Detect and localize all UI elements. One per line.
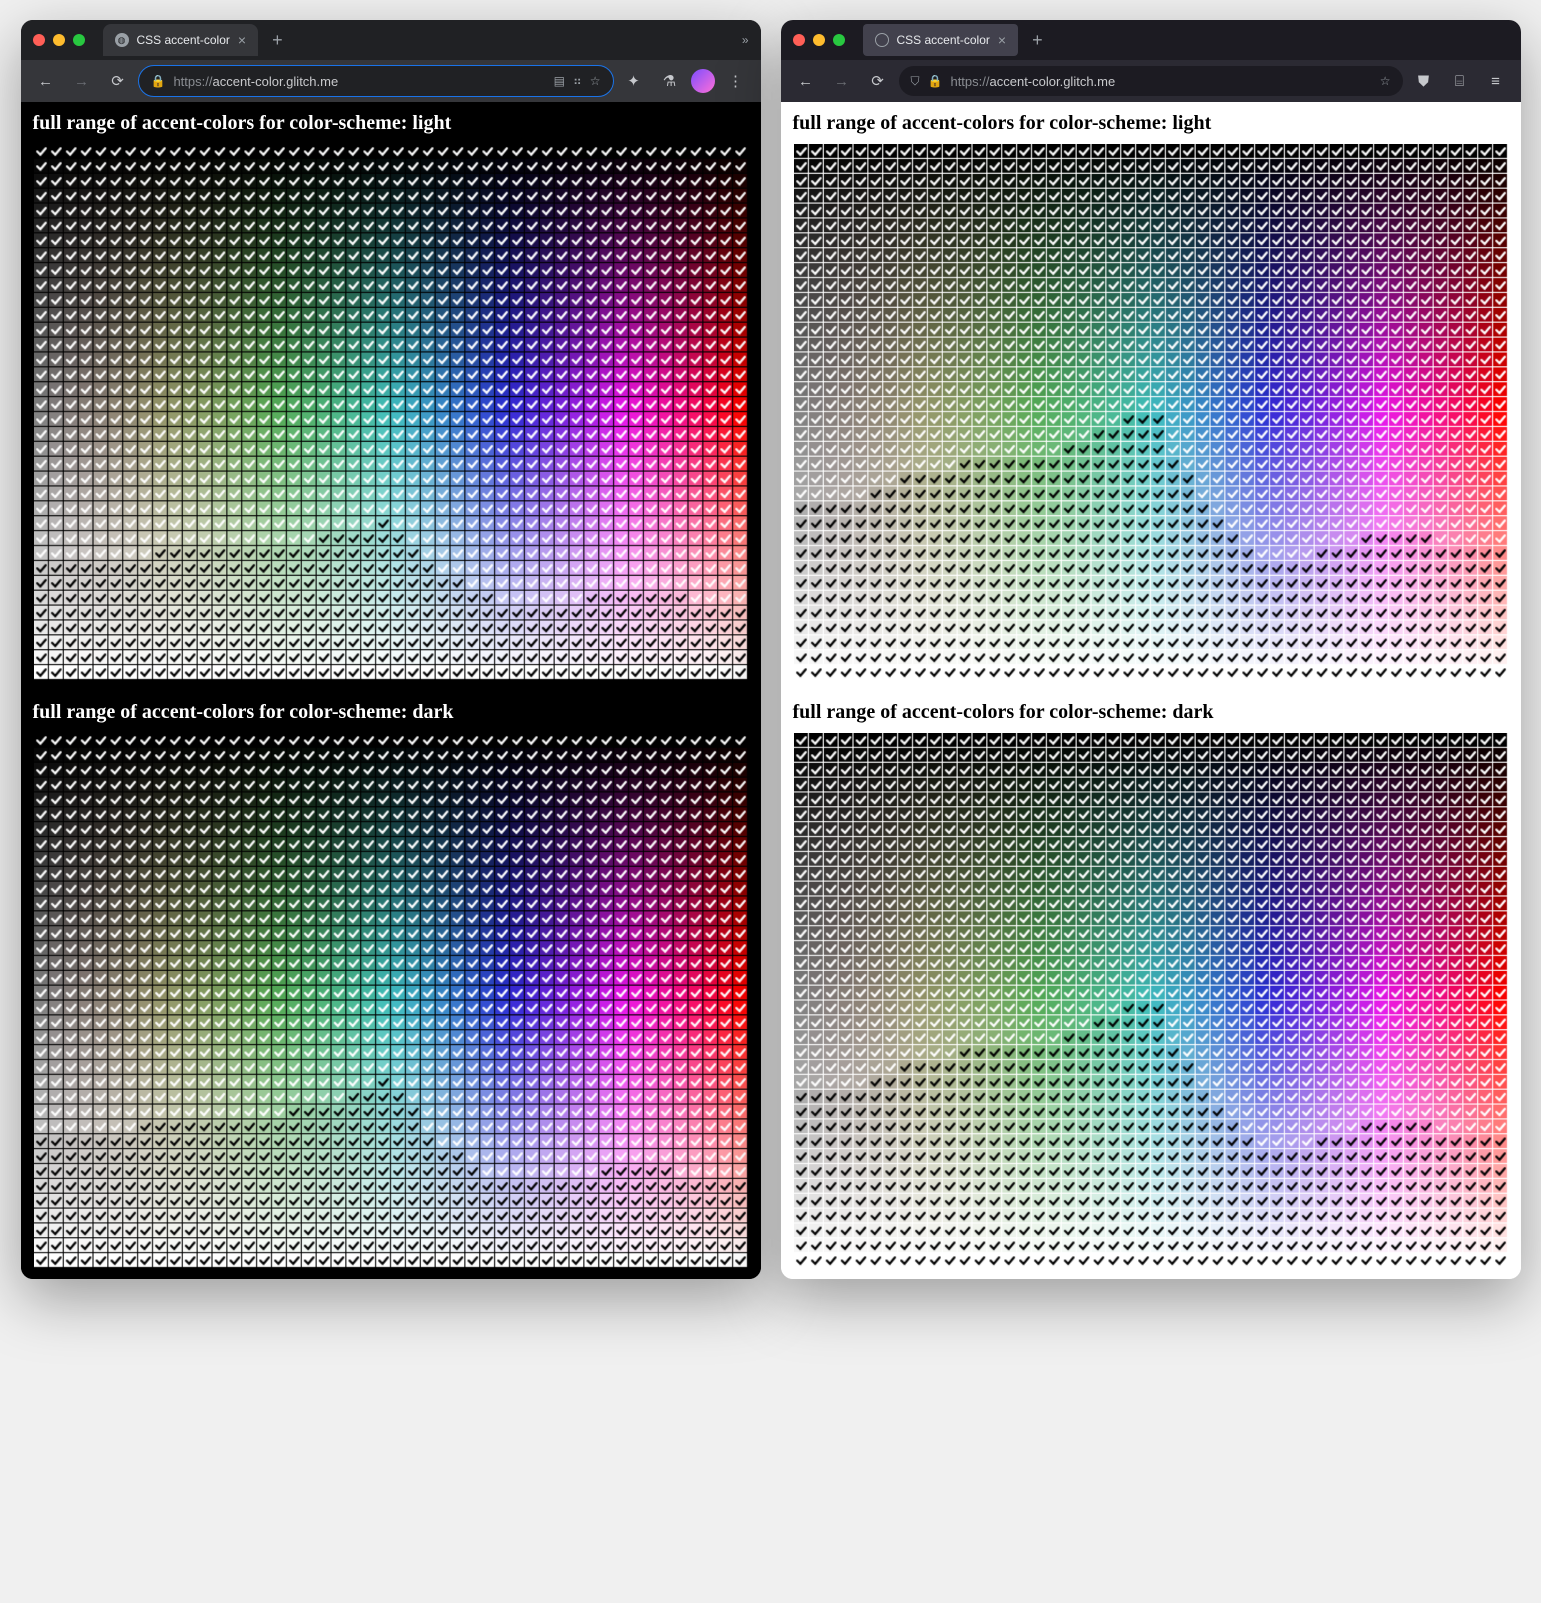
labs-button[interactable]: ⚗ [655, 66, 685, 96]
forward-button[interactable]: → [827, 66, 857, 96]
window-minimize-button[interactable] [53, 34, 65, 46]
pocket-button[interactable]: ⛊ [1409, 66, 1439, 96]
titlebar: CSS accent-color × + [781, 20, 1521, 60]
browser-tab[interactable]: ◍ CSS accent-color × [103, 24, 259, 56]
page-content: full range of accent-colors for color-sc… [781, 102, 1521, 1279]
browser-tab[interactable]: CSS accent-color × [863, 24, 1019, 56]
browser-window-firefox: CSS accent-color × + ← → ⟳ ⛉ 🔒 https://a… [781, 20, 1521, 1279]
window-zoom-button[interactable] [73, 34, 85, 46]
window-minimize-button[interactable] [813, 34, 825, 46]
url-text: https://accent-color.glitch.me [950, 74, 1371, 89]
accent-color-grid-dark [793, 732, 1509, 1270]
reload-button[interactable]: ⟳ [103, 66, 133, 96]
address-bar[interactable]: 🔒 https://accent-color.glitch.me ▤ ⠶ ☆ [139, 66, 613, 96]
back-button[interactable]: ← [31, 66, 61, 96]
window-close-button[interactable] [793, 34, 805, 46]
back-button[interactable]: ← [791, 66, 821, 96]
reader-mode-icon[interactable]: ▤ [554, 74, 565, 88]
accent-color-grid-light [793, 143, 1509, 681]
menu-button[interactable]: ≡ [1481, 66, 1511, 96]
tab-close-button[interactable]: × [238, 33, 246, 47]
new-tab-button[interactable]: + [266, 30, 289, 51]
lock-icon: 🔒 [151, 74, 166, 88]
tab-close-button[interactable]: × [998, 33, 1006, 47]
globe-icon: ◍ [115, 33, 129, 47]
tab-title: CSS accent-color [897, 33, 990, 47]
page-content: full range of accent-colors for color-sc… [21, 102, 761, 1279]
traffic-lights [33, 34, 85, 46]
heading-light-scheme: full range of accent-colors for color-sc… [21, 102, 761, 143]
window-close-button[interactable] [33, 34, 45, 46]
traffic-lights [793, 34, 845, 46]
tab-title: CSS accent-color [137, 33, 230, 47]
heading-dark-scheme: full range of accent-colors for color-sc… [21, 691, 761, 732]
browser-window-chrome: ◍ CSS accent-color × + » ← → ⟳ 🔒 https:/… [21, 20, 761, 1279]
tab-overflow-button[interactable]: » [742, 33, 749, 47]
reload-button[interactable]: ⟳ [863, 66, 893, 96]
new-tab-button[interactable]: + [1026, 30, 1049, 51]
responsive-design-button[interactable]: ⌸ [1445, 66, 1475, 96]
menu-button[interactable]: ⋮ [721, 66, 751, 96]
globe-icon [875, 33, 889, 47]
shield-icon[interactable]: ⛉ [911, 74, 920, 89]
address-bar[interactable]: ⛉ 🔒 https://accent-color.glitch.me ☆ [899, 66, 1403, 96]
bookmark-star-icon[interactable]: ☆ [1380, 74, 1391, 88]
accent-color-grid-light [33, 143, 749, 681]
url-text: https://accent-color.glitch.me [173, 74, 545, 89]
extensions-button[interactable]: ✦ [619, 66, 649, 96]
lock-icon: 🔒 [928, 74, 943, 88]
bookmark-star-icon[interactable]: ☆ [590, 74, 601, 88]
toolbar: ← → ⟳ ⛉ 🔒 https://accent-color.glitch.me… [781, 60, 1521, 102]
heading-light-scheme: full range of accent-colors for color-sc… [781, 102, 1521, 143]
profile-avatar[interactable] [691, 69, 715, 93]
forward-button[interactable]: → [67, 66, 97, 96]
translate-icon[interactable]: ⠶ [573, 74, 582, 88]
heading-dark-scheme: full range of accent-colors for color-sc… [781, 691, 1521, 732]
accent-color-grid-dark [33, 732, 749, 1270]
toolbar: ← → ⟳ 🔒 https://accent-color.glitch.me ▤… [21, 60, 761, 102]
titlebar: ◍ CSS accent-color × + » [21, 20, 761, 60]
window-zoom-button[interactable] [833, 34, 845, 46]
